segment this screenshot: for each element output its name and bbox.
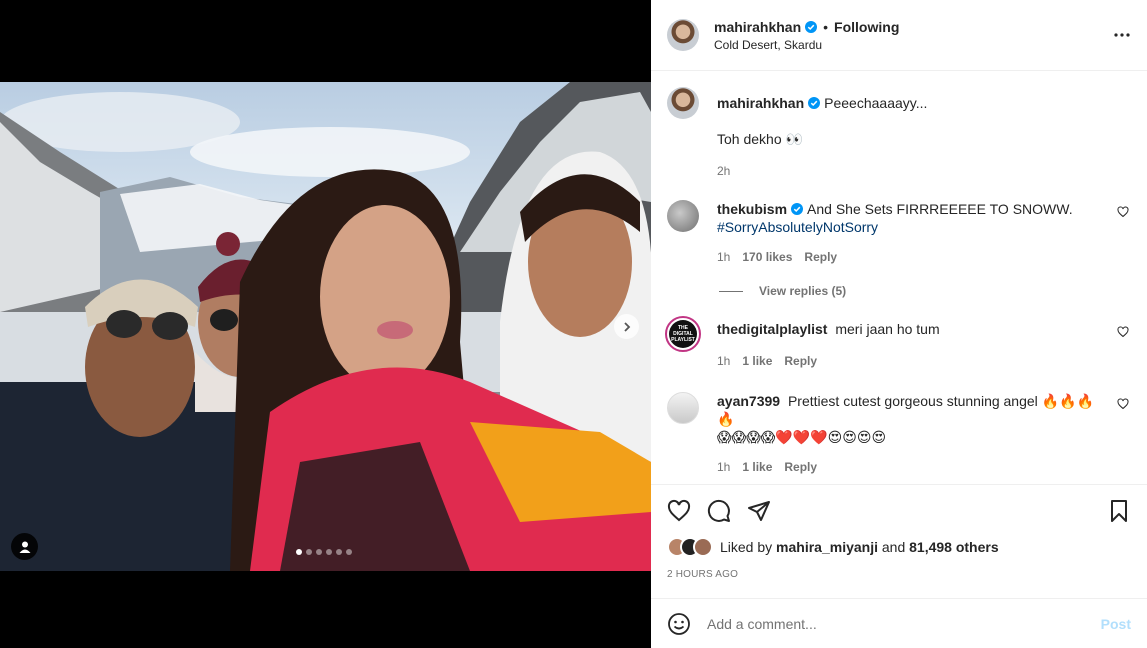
avatar[interactable] — [667, 200, 699, 232]
verified-badge-icon — [805, 20, 818, 33]
likes-joiner: and — [881, 539, 906, 555]
comment-age: 1h — [717, 250, 731, 264]
avatar — [693, 537, 713, 557]
comments-section[interactable]: mahirahkhan Peeechaaaayy... Toh dekho 👀 2… — [651, 71, 1147, 484]
post-author-username[interactable]: mahirahkhan — [714, 19, 801, 35]
comment-likes-count[interactable]: 170 likes — [742, 248, 792, 266]
view-replies-label: View replies (5) — [759, 284, 847, 298]
comment-item: ayan7399 Prettiest cutest gorgeous stunn… — [667, 392, 1131, 476]
comment-username[interactable]: thedigitalplaylist — [717, 321, 827, 337]
carousel-next-button[interactable] — [614, 314, 639, 339]
add-comment-input[interactable] — [707, 615, 1101, 632]
comment-text-line2: 😱😱😱😱❤️❤️❤️😍😍😍😍 — [717, 429, 887, 445]
liker-avatars — [667, 537, 713, 557]
add-comment-bar: Post — [651, 598, 1147, 648]
likes-prefix: Liked by — [720, 539, 773, 555]
avatar-logo: THE DIGITAL PLAYLIST — [669, 320, 697, 348]
carousel-dot — [336, 549, 342, 555]
user-icon — [19, 541, 30, 553]
avatar[interactable] — [667, 392, 699, 424]
carousel-dot — [296, 549, 302, 555]
reply-button[interactable]: Reply — [784, 458, 817, 476]
verified-badge-icon — [791, 203, 804, 215]
likes-others-link[interactable]: 81,498 others — [909, 539, 999, 555]
bookmark-icon[interactable] — [1107, 499, 1131, 523]
comment-text: meri jaan ho tum — [835, 321, 940, 337]
comment-item: thekubism And She Sets FIRRREEEEE TO SNOW… — [667, 200, 1131, 266]
reply-button[interactable]: Reply — [784, 352, 817, 370]
carousel-dot — [346, 549, 352, 555]
post-comment-button[interactable]: Post — [1101, 616, 1131, 632]
comment-text: And She Sets FIRRREEEEE TO SNOWW. — [807, 201, 1073, 217]
caption-text-line1: Peeechaaaayy... — [824, 95, 928, 111]
post-location[interactable]: Cold Desert, Skardu — [714, 38, 899, 52]
following-button[interactable]: Following — [834, 19, 899, 35]
caption: mahirahkhan Peeechaaaayy... Toh dekho 👀 2… — [667, 87, 1131, 180]
emoji-smiley-icon[interactable] — [667, 612, 691, 636]
photo-illustration — [0, 82, 651, 571]
comment-username[interactable]: thekubism — [717, 201, 787, 217]
like-comment-heart-icon[interactable] — [1117, 206, 1129, 218]
comment-item: THE DIGITAL PLAYLIST thedigitalplaylist … — [665, 316, 1131, 370]
post-photo[interactable] — [0, 82, 651, 571]
comment-bubble-icon[interactable] — [707, 499, 731, 523]
avatar[interactable]: THE DIGITAL PLAYLIST — [665, 316, 701, 352]
chevron-right-icon — [623, 321, 630, 332]
carousel-dot — [306, 549, 312, 555]
media-pane — [0, 0, 651, 648]
post-header: mahirahkhan • Following Cold Desert, Ska… — [651, 0, 1147, 71]
carousel-indicator — [296, 549, 352, 555]
verified-badge-icon — [808, 97, 821, 109]
likes-summary: Liked by mahira_miyanji and 81,498 other… — [667, 537, 1131, 557]
comment-age: 1h — [717, 354, 731, 368]
header-text: mahirahkhan • Following Cold Desert, Ska… — [714, 19, 899, 52]
instagram-post-modal: mahirahkhan • Following Cold Desert, Ska… — [0, 0, 1147, 648]
carousel-dot — [326, 549, 332, 555]
post-timestamp[interactable]: 2 HOURS AGO — [667, 569, 1131, 580]
carousel-dot — [316, 549, 322, 555]
comment-likes-count[interactable]: 1 like — [742, 458, 772, 476]
avatar[interactable] — [667, 19, 699, 51]
like-heart-icon[interactable] — [667, 499, 691, 523]
caption-text-line2: Toh dekho 👀 — [717, 131, 803, 147]
tagged-users-button[interactable] — [11, 533, 38, 560]
like-comment-heart-icon[interactable] — [1117, 326, 1129, 338]
more-options-icon[interactable] — [1113, 26, 1131, 44]
comment-hashtag[interactable]: #SorryAbsolutelyNotSorry — [717, 219, 878, 235]
liker-username[interactable]: mahira_miyanji — [776, 539, 878, 555]
post-actions: Liked by mahira_miyanji and 81,498 other… — [651, 484, 1147, 598]
separator: • — [823, 18, 829, 35]
caption-username[interactable]: mahirahkhan — [717, 95, 804, 111]
caption-age: 2h — [717, 164, 731, 178]
comment-age: 1h — [717, 460, 731, 474]
divider — [719, 290, 743, 292]
comment-likes-count[interactable]: 1 like — [742, 352, 772, 370]
post-side-panel: mahirahkhan • Following Cold Desert, Ska… — [651, 0, 1147, 648]
comment-username[interactable]: ayan7399 — [717, 393, 780, 409]
avatar[interactable] — [667, 87, 699, 119]
reply-button[interactable]: Reply — [804, 248, 837, 266]
share-paper-plane-icon[interactable] — [747, 499, 771, 523]
like-comment-heart-icon[interactable] — [1117, 398, 1129, 410]
view-replies-button[interactable]: View replies (5) — [719, 284, 1131, 298]
